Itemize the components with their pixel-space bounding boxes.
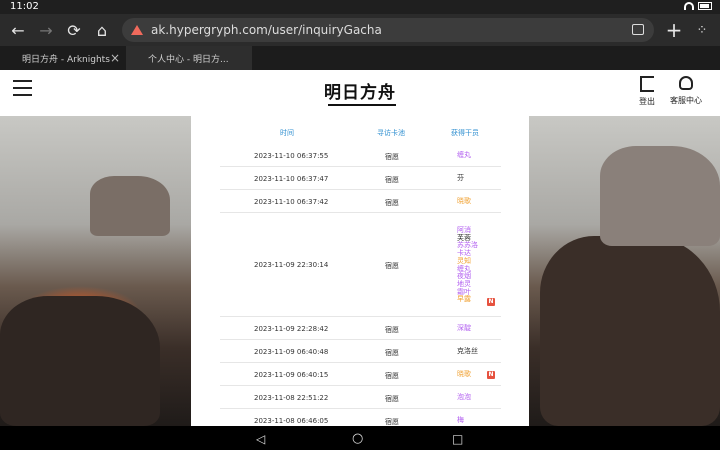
nav-recents-icon[interactable]: □ — [452, 432, 463, 446]
row-operators: 泡泡 — [457, 393, 471, 402]
browser-toolbar: ← → ⟳ ⌂ ak.hypergryph.com/user/inquiryGa… — [0, 14, 720, 46]
nav-back-icon[interactable]: ◁ — [256, 432, 265, 446]
row-pool: 宿愿 — [385, 395, 399, 403]
row-operators: 克洛丝 — [457, 347, 478, 356]
tab-strip: 明日方舟 - Arknights × 个人中心 - 明日方... — [0, 46, 720, 70]
row-time: 2023-11-09 06:40:15 — [254, 371, 329, 379]
row-time: 2023-11-10 06:37:55 — [254, 152, 329, 160]
table-row: 2023-11-09 06:40:15 宿愿 晓歌 N — [220, 363, 501, 386]
close-tab-icon[interactable]: × — [110, 51, 120, 65]
column-header-operators: 获得干员 — [451, 129, 479, 137]
nav-home-icon[interactable]: ○ — [352, 431, 363, 446]
rock-shape — [0, 296, 160, 426]
row-operators: 梅 — [457, 416, 464, 425]
tab-switcher-icon[interactable] — [632, 24, 644, 35]
site-header: 明日方舟 登出 客服中心 — [0, 70, 720, 116]
column-header-pool: 寻访卡池 — [377, 129, 405, 137]
row-operators: 晓歌 — [457, 370, 471, 379]
operator-name: 深靛 — [457, 324, 471, 332]
row-operators: 晓歌 — [457, 197, 471, 206]
back-arrow-icon[interactable]: ← — [4, 16, 32, 44]
table-row: 2023-11-08 22:51:22 宿愿 泡泡 — [220, 386, 501, 409]
customer-service-icon — [679, 76, 693, 90]
reload-icon[interactable]: ⟳ — [60, 16, 88, 44]
operator-name: 芬 — [457, 174, 464, 182]
hamburger-menu-icon[interactable] — [13, 80, 32, 96]
address-bar[interactable]: ak.hypergryph.com/user/inquiryGacha — [122, 18, 654, 42]
table-row: 2023-11-10 06:37:47 宿愿 芬 — [220, 167, 501, 190]
row-operators: 芬 — [457, 174, 464, 183]
row-time: 2023-11-10 06:37:47 — [254, 175, 329, 183]
tab-user-center[interactable]: 个人中心 - 明日方... — [126, 46, 252, 70]
operator-name: 梅 — [457, 416, 464, 424]
operator-name: 克洛丝 — [457, 347, 478, 355]
row-time: 2023-11-09 22:28:42 — [254, 325, 329, 333]
logout-label: 登出 — [639, 97, 655, 106]
status-time: 11:02 — [10, 1, 39, 12]
gacha-history-panel: 时间 寻访卡池 获得干员 2023-11-10 06:37:55 宿愿 缠丸 2023… — [191, 116, 529, 432]
operator-name: 晓歌 — [457, 370, 471, 378]
wifi-icon — [684, 2, 694, 10]
support-label: 客服中心 — [670, 96, 702, 105]
new-badge: N — [487, 371, 495, 379]
operator-name: 早露 — [457, 295, 471, 304]
row-pool: 宿愿 — [385, 326, 399, 334]
table-row: 2023-11-09 22:28:42 宿愿 深靛 — [220, 317, 501, 340]
row-time: 2023-11-09 06:40:48 — [254, 348, 329, 356]
operator-name: 缠丸 — [457, 151, 471, 159]
rock-shape — [540, 236, 720, 426]
new-badge: N — [487, 298, 495, 306]
logo[interactable]: 明日方舟 — [324, 78, 396, 103]
system-indicators — [684, 2, 712, 10]
rock-shape — [600, 146, 720, 246]
tab-title: 个人中心 - 明日方... — [148, 54, 229, 65]
url-text: ak.hypergryph.com/user/inquiryGacha — [151, 23, 382, 37]
row-operators: 阿消 芙蓉 苏苏洛 卡达 灵知 缠丸 夜烟 地灵 霜叶 早露 — [457, 226, 478, 304]
status-bar: 11:02 — [0, 0, 720, 14]
operator-name: 泡泡 — [457, 393, 471, 401]
row-pool: 宿愿 — [385, 153, 399, 161]
new-tab-plus-icon[interactable]: + — [660, 16, 688, 44]
rock-shape — [90, 176, 170, 236]
table-row: 2023-11-10 06:37:42 宿愿 晓歌 — [220, 190, 501, 213]
table-row: 2023-11-10 06:37:55 宿愿 缠丸 — [220, 144, 501, 167]
logout-button[interactable]: 登出 — [639, 76, 655, 107]
support-button[interactable]: 客服中心 — [670, 76, 702, 106]
row-operators: 深靛 — [457, 324, 471, 333]
row-time: 2023-11-08 22:51:22 — [254, 394, 329, 402]
column-header-time: 时间 — [280, 129, 294, 137]
row-time: 2023-11-09 22:30:14 — [254, 261, 329, 269]
table-row: 2023-11-09 22:30:14 宿愿 阿消 芙蓉 苏苏洛 卡达 灵知 缠丸 夜烟 地灵 霜叶… — [220, 213, 501, 317]
logout-icon — [640, 76, 654, 92]
system-navigation-bar: ◁ ○ □ — [0, 426, 720, 450]
battery-icon — [698, 2, 712, 10]
tab-title: 明日方舟 - Arknights — [22, 54, 110, 65]
row-operators: 缠丸 — [457, 151, 471, 160]
operator-name: 晓歌 — [457, 197, 471, 205]
table-row: 2023-11-09 06:40:48 宿愿 克洛丝 — [220, 340, 501, 363]
not-secure-warning-icon[interactable] — [131, 25, 143, 35]
row-time: 2023-11-10 06:37:42 — [254, 198, 329, 206]
row-pool: 宿愿 — [385, 349, 399, 357]
tab-arknights[interactable]: 明日方舟 - Arknights × — [0, 46, 126, 70]
forward-arrow-icon[interactable]: → — [32, 16, 60, 44]
home-icon[interactable]: ⌂ — [88, 16, 116, 44]
logo-underline — [328, 104, 396, 106]
overflow-menu-icon[interactable]: ⁘ — [688, 16, 716, 44]
row-pool: 宿愿 — [385, 199, 399, 207]
row-pool: 宿愿 — [385, 372, 399, 380]
row-pool: 宿愿 — [385, 176, 399, 184]
row-pool: 宿愿 — [385, 262, 399, 270]
row-time: 2023-11-08 06:46:05 — [254, 417, 329, 425]
